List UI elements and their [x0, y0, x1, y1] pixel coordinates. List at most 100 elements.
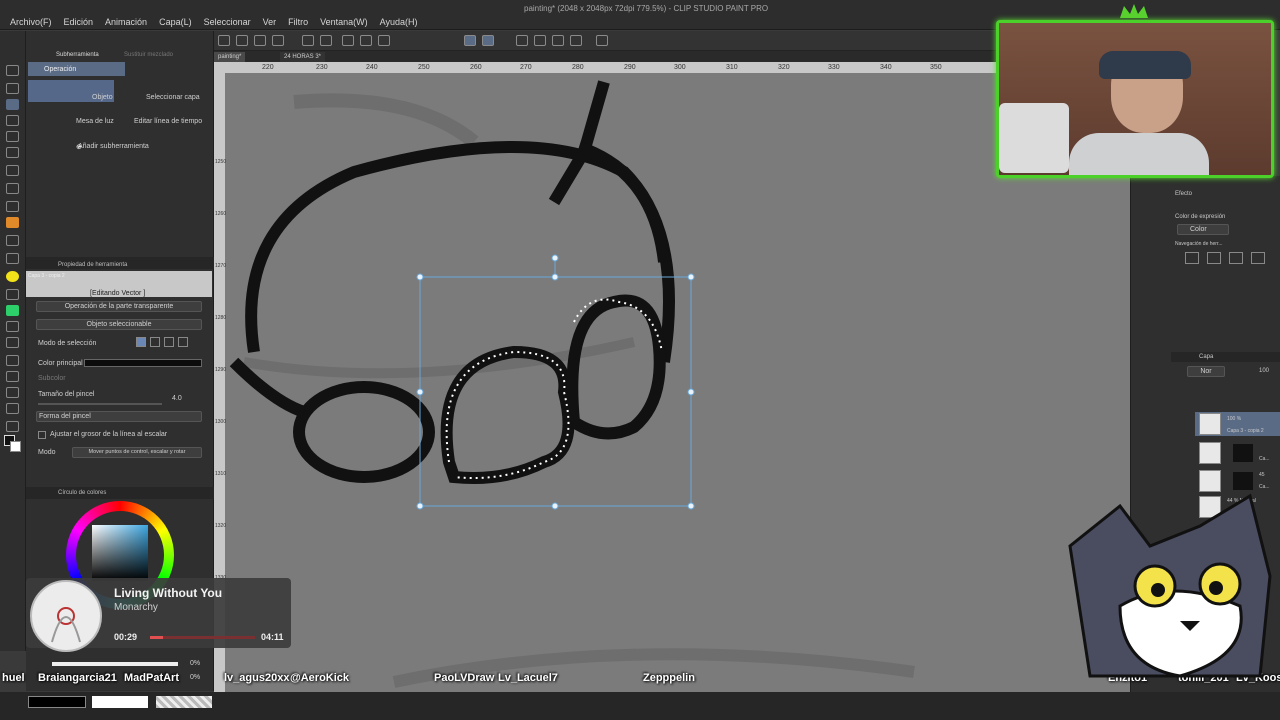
vector-mode-icon[interactable]	[464, 35, 476, 46]
menu-edicion[interactable]: Edición	[58, 17, 100, 27]
ruler-top-label: 260	[470, 64, 482, 71]
menu-ver[interactable]: Ver	[257, 17, 283, 27]
correct-line-tool-icon[interactable]	[6, 421, 19, 432]
snap-icon[interactable]	[516, 35, 528, 46]
nav-icon-2[interactable]	[1207, 252, 1221, 264]
text-tool-icon[interactable]	[6, 387, 19, 398]
menu-filtro[interactable]: Filtro	[282, 17, 314, 27]
panel-icon[interactable]	[596, 35, 608, 46]
nav-icon-1[interactable]	[1185, 252, 1199, 264]
color-wheel-header-bar	[26, 487, 214, 499]
status-bar	[52, 662, 178, 666]
menu-seleccionar[interactable]: Seleccionar	[198, 17, 257, 27]
eyedropper-tool-icon[interactable]	[6, 165, 19, 176]
color-history-transparent[interactable]	[156, 696, 212, 708]
chat-name: huel	[2, 672, 25, 684]
selection-mode-int-icon[interactable]	[178, 337, 188, 347]
ruler-icon[interactable]	[552, 35, 564, 46]
hand-tool-icon[interactable]	[6, 83, 19, 94]
layer-mask-thumb[interactable]	[1233, 444, 1253, 462]
color-history-white[interactable]	[92, 696, 148, 708]
menu-animacion[interactable]: Animación	[99, 17, 153, 27]
redo-icon[interactable]	[320, 35, 332, 46]
add-subtool-button[interactable]: Añadir subherramienta	[78, 143, 149, 150]
lasso-tool-icon[interactable]	[6, 131, 19, 142]
decoration-tool-icon[interactable]	[6, 253, 19, 264]
transform-icon[interactable]	[378, 35, 390, 46]
song-title: Living Without You	[114, 586, 223, 600]
zoom-tool-icon[interactable]	[6, 65, 19, 76]
gradient-tool-icon[interactable]	[6, 321, 19, 332]
tab-painting[interactable]: painting*	[214, 52, 246, 62]
effect-label: Efecto	[1175, 191, 1193, 197]
save-icon[interactable]	[254, 35, 266, 46]
layer-header-bar	[1171, 352, 1280, 362]
adjust-width-checkbox[interactable]	[38, 431, 46, 439]
layer-opacity[interactable]: 100	[1259, 368, 1269, 374]
canvas-area[interactable]	[214, 62, 1130, 692]
expression-color-select[interactable]: Color	[1177, 224, 1229, 235]
selection-mode-add-icon[interactable]	[150, 337, 160, 347]
mode-select[interactable]: Mover puntos de control, escalar y rotar	[72, 447, 202, 458]
transparent-op-select[interactable]: Operación de la parte transparente	[36, 301, 202, 312]
pen-tool-icon[interactable]	[6, 183, 19, 194]
subtool-lightbox[interactable]: Mesa de luz	[76, 118, 114, 125]
menu-capa[interactable]: Capa(L)	[153, 17, 198, 27]
frame-tool-icon[interactable]	[6, 355, 19, 366]
subtool-object[interactable]: Objeto	[92, 94, 113, 101]
blend-mode-select[interactable]: Nor	[1187, 366, 1225, 377]
layer-thumb[interactable]	[1199, 442, 1221, 464]
undo-icon[interactable]	[302, 35, 314, 46]
subtool-select-layer[interactable]: Seleccionar capa	[146, 94, 200, 101]
brush-size-value[interactable]: 4.0	[172, 395, 182, 402]
selected-object-select[interactable]: Objeto seleccionable	[36, 319, 202, 330]
subtool-tab-2[interactable]: Sustituir mezclado	[124, 52, 173, 58]
operation-tool-icon[interactable]	[6, 99, 19, 110]
nav-icon-3[interactable]	[1229, 252, 1243, 264]
wand-tool-icon[interactable]	[6, 147, 19, 158]
balloon-tool-icon[interactable]	[6, 403, 19, 414]
save-as-icon[interactable]	[272, 35, 284, 46]
layer-thumb	[1199, 413, 1221, 435]
canvas-drawing[interactable]	[214, 62, 1130, 692]
operation-group-label[interactable]: Operación	[44, 66, 76, 73]
sub-color-label: Subcolor	[38, 375, 66, 382]
brush-tool-icon[interactable]	[6, 217, 19, 228]
pencil-tool-icon[interactable]	[6, 201, 19, 212]
subtool-edit-timeline[interactable]: Editar línea de tiempo	[134, 118, 202, 125]
subtool-tab[interactable]: Subherramienta	[56, 52, 99, 58]
menu-ayuda[interactable]: Ayuda(H)	[374, 17, 424, 27]
selection-mode-sub-icon[interactable]	[164, 337, 174, 347]
figure-tool-icon[interactable]	[6, 337, 19, 348]
ruler-tool-icon[interactable]	[6, 371, 19, 382]
layer-name: Capa 3 - copia 2	[1227, 428, 1264, 434]
menu-ventana[interactable]: Ventana(W)	[314, 17, 374, 27]
layer-badge: Capa 3 - copia 2	[28, 273, 65, 279]
eraser-tool-icon[interactable]	[6, 271, 19, 282]
cut-icon[interactable]	[360, 35, 372, 46]
menu-archivo[interactable]: Archivo(F)	[4, 17, 58, 27]
move-tool-icon[interactable]	[6, 115, 19, 126]
sub-color-swatch[interactable]	[10, 441, 21, 452]
color-history-dark[interactable]	[28, 696, 86, 708]
airbrush-tool-icon[interactable]	[6, 235, 19, 246]
perspective-icon[interactable]	[570, 35, 582, 46]
ruler-top-label: 340	[880, 64, 892, 71]
brush-shape-select[interactable]: Forma del pincel	[36, 411, 202, 422]
blend-tool-icon[interactable]	[6, 289, 19, 300]
chat-name: Zepppelin	[643, 672, 695, 684]
new-file-icon[interactable]	[218, 35, 230, 46]
status-percent: 0%	[190, 660, 201, 667]
vector-mode-2-icon[interactable]	[482, 35, 494, 46]
nav-icon-4[interactable]	[1251, 252, 1265, 264]
grid-icon[interactable]	[534, 35, 546, 46]
chat-name: Lv_Lacuel7	[498, 672, 558, 684]
tab-24-horas[interactable]: 24 HORAS 3*	[280, 52, 326, 62]
fill-tool-icon[interactable]	[6, 305, 19, 316]
brush-size-slider[interactable]	[38, 403, 162, 405]
main-color-bar[interactable]	[84, 359, 202, 367]
clear-icon[interactable]	[342, 35, 354, 46]
open-file-icon[interactable]	[236, 35, 248, 46]
selection-mode-new-icon[interactable]	[136, 337, 146, 347]
color-square[interactable]	[92, 525, 148, 581]
